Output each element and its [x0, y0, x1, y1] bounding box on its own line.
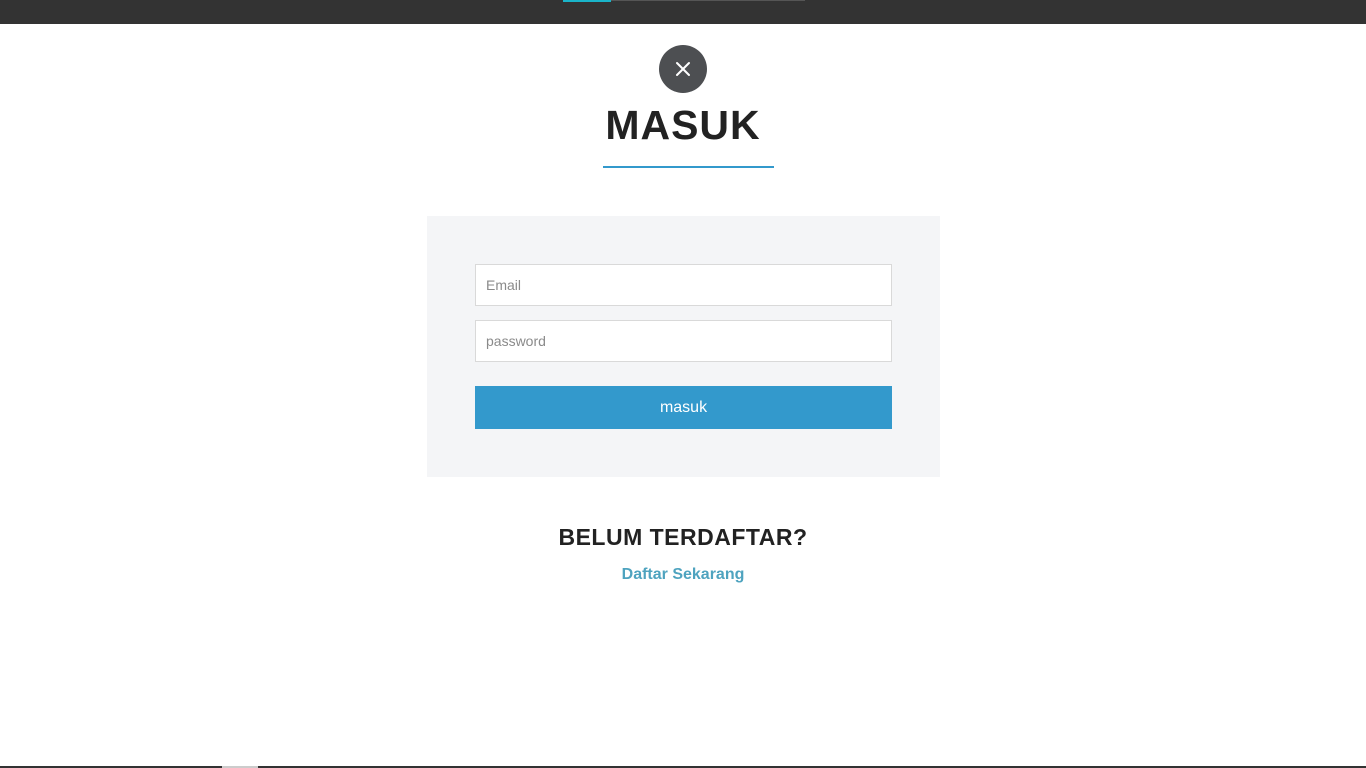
login-form: masuk: [427, 216, 940, 477]
title-underline: [603, 166, 774, 168]
close-button[interactable]: [659, 45, 707, 93]
register-link[interactable]: Daftar Sekarang: [0, 566, 1366, 584]
login-button[interactable]: masuk: [475, 386, 892, 429]
password-field[interactable]: [475, 320, 892, 362]
email-field[interactable]: [475, 264, 892, 306]
register-heading: BELUM TERDAFTAR?: [558, 524, 808, 550]
top-bar-active-indicator: [563, 0, 611, 2]
close-icon: [676, 62, 690, 76]
top-bar-divider: [611, 0, 805, 1]
top-bar: [0, 0, 1366, 24]
page-title: MASUK: [605, 102, 761, 148]
